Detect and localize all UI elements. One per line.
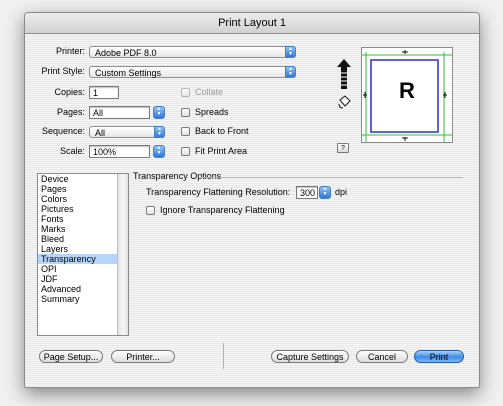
spreads-checkbox[interactable] <box>181 108 190 117</box>
section-divider <box>201 177 463 178</box>
collate-label: Collate <box>195 87 224 97</box>
cancel-button[interactable]: Cancel <box>356 350 408 363</box>
page-setup-button[interactable]: Page Setup... <box>39 350 103 363</box>
resolution-stepper[interactable]: ▲ ▼ <box>319 186 331 199</box>
spreads-label: Spreads <box>195 107 229 117</box>
printer-label: Printer: <box>55 46 85 56</box>
category-item[interactable]: Advanced <box>38 284 128 294</box>
fit-print-area-checkbox[interactable] <box>181 147 190 156</box>
print-style-popup[interactable]: Custom Settings ▲ ▼ <box>89 66 296 78</box>
sequence-value: All <box>95 128 106 138</box>
flattening-resolution-field[interactable]: 300 <box>296 186 318 199</box>
category-item[interactable]: Pages <box>38 184 128 194</box>
capture-settings-button[interactable]: Capture Settings <box>271 350 349 363</box>
paper-feed-arrow-icon[interactable] <box>337 59 351 89</box>
print-style-label: Print Style: <box>41 66 85 76</box>
scale-stepper[interactable]: ▲ ▼ <box>153 145 165 158</box>
ignore-flattening-checkbox[interactable] <box>146 206 155 215</box>
popup-arrows-icon: ▲ ▼ <box>285 46 296 58</box>
category-item[interactable]: Bleed <box>38 234 128 244</box>
pages-stepper[interactable]: ▲ ▼ <box>153 106 165 119</box>
print-dialog: Print Layout 1 Printer: Adobe PDF 8.0 ▲ ▼… <box>24 12 480 388</box>
window-title: Print Layout 1 <box>25 13 479 34</box>
popup-arrows-icon: ▲ ▼ <box>154 126 165 138</box>
category-item[interactable]: Transparency <box>38 254 128 264</box>
pages-field[interactable]: All <box>89 106 150 119</box>
category-item[interactable]: JDF <box>38 274 128 284</box>
print-style-value: Custom Settings <box>95 68 162 78</box>
category-item[interactable]: Layers <box>38 244 128 254</box>
rotate-page-icon[interactable] <box>337 95 351 109</box>
category-item[interactable]: Marks <box>38 224 128 234</box>
printer-value: Adobe PDF 8.0 <box>95 48 157 58</box>
category-item[interactable]: Summary <box>38 294 128 304</box>
copies-field[interactable]: 1 <box>89 86 119 99</box>
category-list[interactable]: Device Pages Colors Pictures Fonts Marks Bleed… <box>37 173 129 336</box>
copies-label: Copies: <box>54 87 85 97</box>
back-to-front-checkbox[interactable] <box>181 127 190 136</box>
popup-arrows-icon: ▲ ▼ <box>285 66 296 78</box>
resolution-unit: dpi <box>335 187 348 197</box>
category-items: Device Pages Colors Pictures Fonts Marks Bleed… <box>38 174 128 304</box>
help-button[interactable]: ? <box>337 143 349 153</box>
fit-print-area-label: Fit Print Area <box>195 146 248 156</box>
scale-field[interactable]: 100% <box>89 145 150 158</box>
category-scrollbar[interactable] <box>117 174 128 335</box>
print-button[interactable]: Print <box>414 350 464 363</box>
collate-checkbox[interactable] <box>181 88 190 97</box>
button-divider <box>223 343 224 369</box>
flattening-resolution-label: Transparency Flattening Resolution: <box>146 187 291 197</box>
printer-button[interactable]: Printer... <box>111 350 175 363</box>
sequence-label: Sequence: <box>41 126 85 136</box>
category-item[interactable]: Device <box>38 174 128 184</box>
preview-letter: R <box>399 78 415 103</box>
category-item[interactable]: OPI <box>38 264 128 274</box>
category-item[interactable]: Pictures <box>38 204 128 214</box>
category-item[interactable]: Fonts <box>38 214 128 224</box>
category-item[interactable]: Colors <box>38 194 128 204</box>
pages-label: Pages: <box>56 107 85 117</box>
sequence-popup[interactable]: All ▲ ▼ <box>89 126 165 138</box>
ignore-flattening-label: Ignore Transparency Flattening <box>160 205 285 215</box>
printer-popup[interactable]: Adobe PDF 8.0 ▲ ▼ <box>89 46 296 58</box>
scale-label: Scale: <box>59 146 85 156</box>
page-preview: R <box>361 47 453 143</box>
back-to-front-label: Back to Front <box>195 126 249 136</box>
